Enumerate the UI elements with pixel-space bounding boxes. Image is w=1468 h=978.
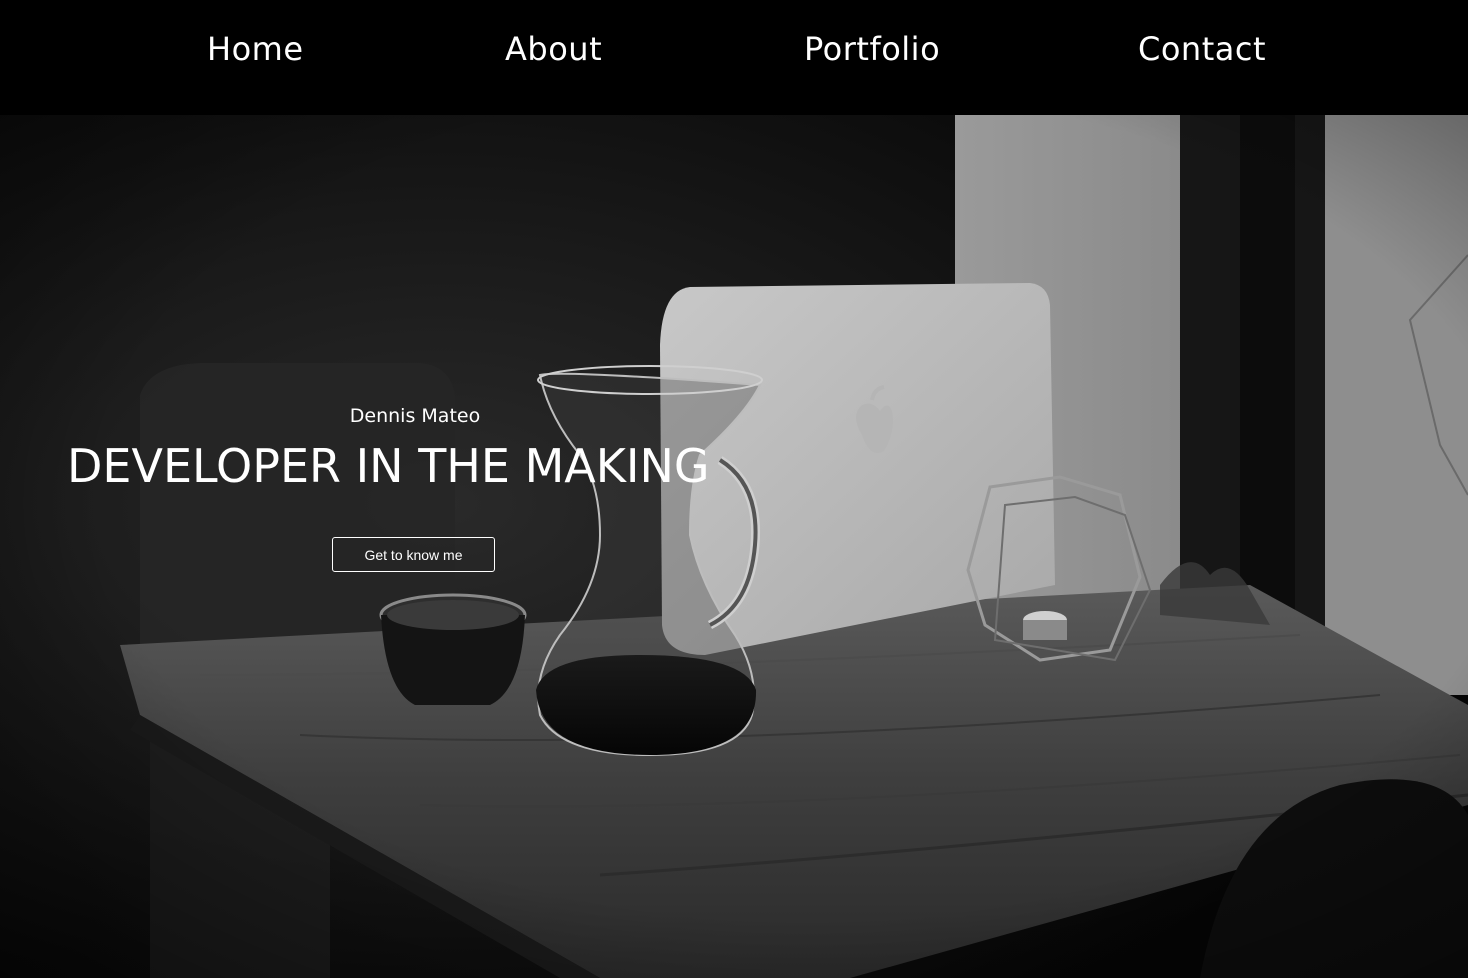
hero-section: Dennis Mateo DEVELOPER IN THE MAKING Get… <box>0 115 1468 978</box>
nav-link-contact[interactable]: Contact <box>1138 30 1266 68</box>
hero-title: DEVELOPER IN THE MAKING <box>67 439 710 493</box>
hero-name: Dennis Mateo <box>349 405 481 427</box>
nav-link-portfolio[interactable]: Portfolio <box>804 30 940 68</box>
nav-link-home[interactable]: Home <box>207 30 304 68</box>
nav-link-about[interactable]: About <box>505 30 602 68</box>
hero-background-photo <box>0 115 1468 978</box>
get-to-know-me-button[interactable]: Get to know me <box>332 537 495 572</box>
top-navigation: Home About Portfolio Contact <box>0 0 1468 115</box>
